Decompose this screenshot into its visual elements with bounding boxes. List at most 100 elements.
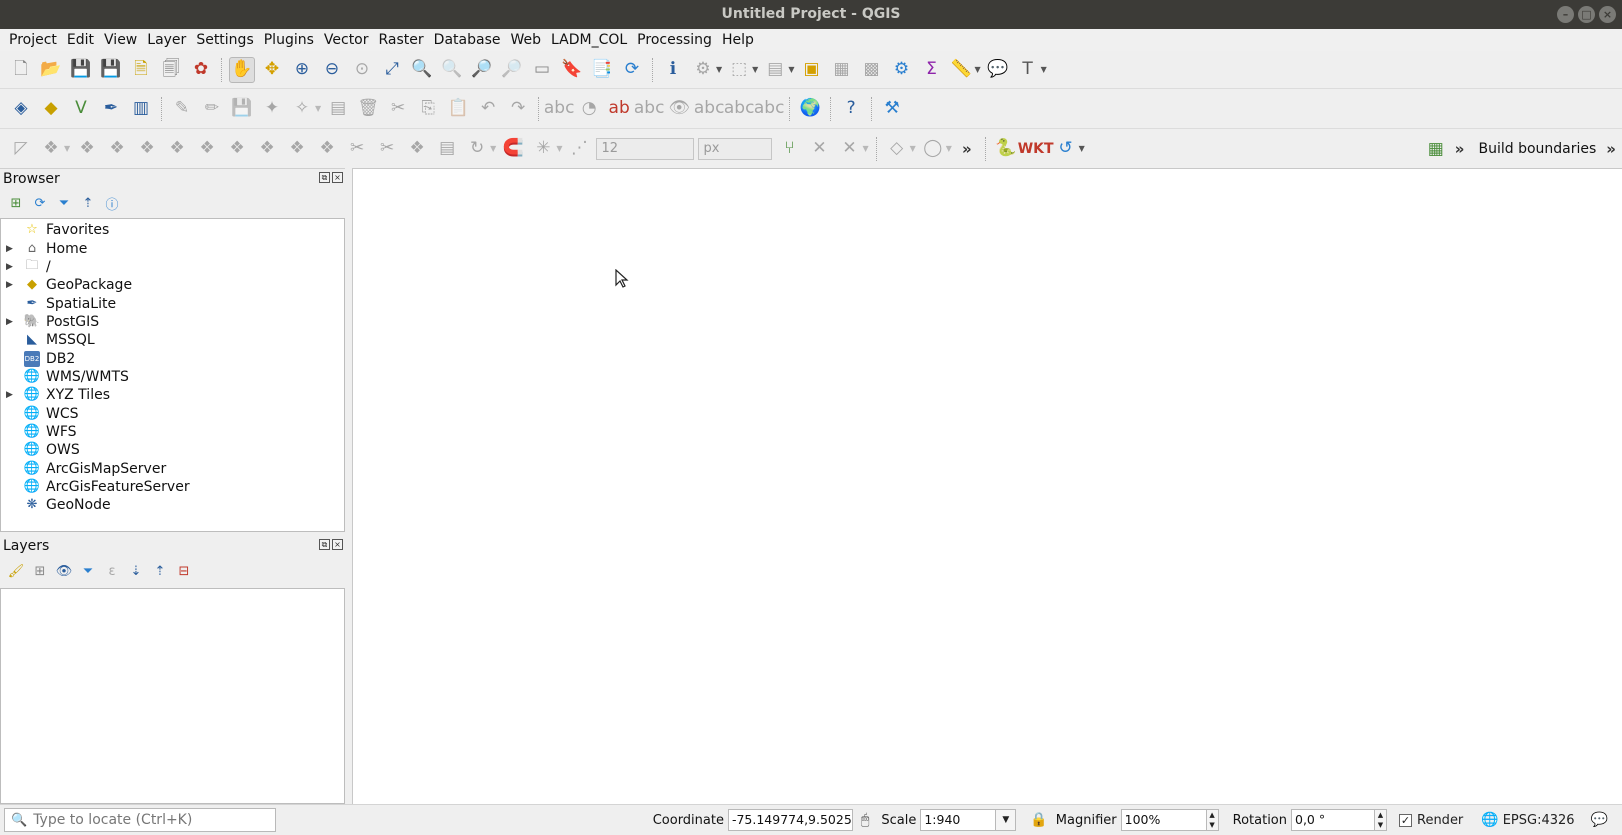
menu-database[interactable]: Database (429, 29, 506, 51)
layers-tree[interactable] (0, 588, 345, 804)
new-project-icon[interactable]: 🗋 (8, 57, 34, 83)
split-parts-icon[interactable]: ✂ (374, 136, 400, 162)
build-boundaries-button[interactable]: Build boundaries (1478, 141, 1596, 157)
zoom-out-icon[interactable]: ⊖ (319, 57, 345, 83)
new-print-layout-icon[interactable]: 🗎 (128, 57, 154, 83)
merge-attributes-icon[interactable]: ▤ (434, 136, 460, 162)
rotate-label-icon[interactable]: abc (724, 96, 755, 122)
close-button[interactable]: × (1599, 6, 1616, 23)
modify-attributes-icon[interactable]: ▤ (325, 96, 351, 122)
browser-filter-icon[interactable]: ⏷ (54, 193, 74, 213)
scale-field[interactable]: 1:940 (920, 809, 997, 831)
snapping-tolerance-input[interactable]: 12 (596, 137, 695, 160)
tree-item-root[interactable]: ▶ 🗀 / (1, 257, 51, 276)
layout-manager-icon[interactable]: 🗐 (158, 57, 184, 83)
rotate-point-symbols-icon[interactable]: ↻ (464, 136, 490, 162)
lock-scale-icon[interactable]: 🔒 (1030, 812, 1047, 828)
panel-splitter[interactable] (345, 168, 352, 804)
tree-item-home[interactable]: ▶ ⌂ Home (1, 239, 87, 258)
expand-arrow-icon[interactable]: ▶ (6, 244, 16, 254)
refresh-icon[interactable]: ⟳ (619, 57, 645, 83)
shape-digitize-icon[interactable]: ◇ (884, 136, 910, 162)
layers-float-button[interactable]: ⧉ (319, 539, 330, 550)
locator-search-input[interactable]: 🔍 Type to locate (Ctrl+K) (4, 808, 276, 832)
trace-icon[interactable]: ✕ (836, 136, 862, 162)
pan-map-icon[interactable]: ✋ (229, 56, 255, 83)
magnifier-field[interactable]: 100% (1120, 809, 1207, 831)
save-layer-edits-icon[interactable]: 💾 (229, 96, 255, 122)
crs-globe-icon[interactable]: 🌐 (1481, 812, 1498, 828)
pin-labels-icon[interactable]: ab (606, 96, 632, 122)
help-contents-icon[interactable]: ? (838, 96, 864, 122)
layers-close-button[interactable]: × (332, 539, 343, 550)
python-console-icon[interactable]: 🐍 (993, 136, 1019, 162)
offset-curve-icon[interactable]: ❖ (314, 136, 340, 162)
menu-project[interactable]: Project (4, 29, 62, 51)
menu-web[interactable]: Web (505, 29, 546, 51)
messages-icon[interactable]: 💬 (1591, 812, 1608, 828)
wkt-icon[interactable]: WKT (1018, 136, 1054, 162)
layer-styling-icon[interactable]: 🖌 (6, 561, 26, 581)
tree-item-ows[interactable]: 🌐 OWS (1, 440, 80, 459)
snapping-type-icon[interactable]: ⋰ (566, 136, 592, 162)
tree-item-mssql[interactable]: ◣ MSSQL (1, 330, 95, 349)
menu-vector[interactable]: Vector (319, 29, 374, 51)
expand-arrow-icon[interactable]: ▶ (6, 280, 16, 290)
minimize-button[interactable]: – (1557, 6, 1574, 23)
fill-ring-icon[interactable]: ❖ (194, 136, 220, 162)
new-geopackage-layer-icon[interactable]: ◆ (38, 96, 64, 122)
plugin-tool-icon[interactable]: ⚒ (879, 96, 905, 122)
new-virtual-layer-icon[interactable]: ▥ (128, 96, 154, 122)
toggle-editing-icon[interactable]: ✏ (199, 96, 225, 122)
style-manager-icon[interactable]: ✿ (188, 57, 214, 83)
collapse-all-icon[interactable]: ⇡ (78, 193, 98, 213)
menu-layer[interactable]: Layer (142, 29, 191, 51)
attribute-table-icon[interactable]: ▦ (828, 57, 854, 83)
delete-selected-icon[interactable]: 🗑 (355, 96, 381, 122)
build-overflow-chevron[interactable]: » (1606, 140, 1616, 158)
merge-features-icon[interactable]: ❖ (404, 136, 430, 162)
plugin-reload-icon[interactable]: ↺ (1053, 136, 1079, 162)
change-label-icon[interactable]: abc (754, 96, 785, 122)
manage-map-themes-icon[interactable]: 👁 (54, 561, 74, 581)
zoom-in-icon[interactable]: ⊕ (289, 57, 315, 83)
tree-item-geopackage[interactable]: ▶ ◆ GeoPackage (1, 275, 132, 294)
add-part-icon[interactable]: ❖ (164, 136, 190, 162)
copy-features-icon[interactable]: ⎘ (415, 96, 441, 122)
filter-legend-icon[interactable]: ⏷ (78, 561, 98, 581)
tree-item-postgis[interactable]: ▶ 🐘 PostGIS (1, 312, 99, 331)
menu-edit[interactable]: Edit (62, 29, 99, 51)
expand-arrow-icon[interactable]: ▶ (6, 262, 16, 272)
zoom-to-selection-icon[interactable]: 🔍 (409, 57, 435, 83)
show-hide-labels-icon[interactable]: 👁 (666, 96, 692, 122)
tree-item-favorites[interactable]: ☆ Favorites (1, 220, 109, 239)
split-features-icon[interactable]: ✂ (344, 136, 370, 162)
reshape-features-icon[interactable]: ❖ (284, 136, 310, 162)
tree-item-geonode[interactable]: ❋ GeoNode (1, 495, 111, 514)
expand-arrow-icon[interactable]: ▶ (6, 390, 16, 400)
ladm-col-plugin-icon[interactable]: 🌍 (797, 96, 823, 122)
menu-plugins[interactable]: Plugins (259, 29, 319, 51)
select-by-value-icon[interactable]: ▤ (762, 57, 788, 83)
toggle-extents-icon[interactable]: 🖱 (861, 812, 869, 828)
paste-features-icon[interactable]: 📋 (445, 96, 471, 122)
statistical-summary-icon[interactable]: Σ (918, 57, 944, 83)
new-map-view-icon[interactable]: ▭ (529, 57, 555, 83)
toolbar-overflow-chevron[interactable]: » (962, 140, 972, 158)
current-edits-icon[interactable]: ✎ (169, 96, 195, 122)
tree-item-wcs[interactable]: 🌐 WCS (1, 404, 79, 423)
coordinate-field[interactable]: -75.149774,9.502504 (727, 809, 853, 831)
highlight-pinned-labels-icon[interactable]: abc (634, 96, 665, 122)
rotation-field[interactable]: 0,0 ° (1291, 809, 1375, 831)
add-selected-layers-icon[interactable]: ⊞ (6, 193, 26, 213)
actions-icon[interactable]: ⚙ (690, 57, 716, 83)
rotation-spinner[interactable]: ▲ ▼ (1375, 809, 1387, 831)
new-shapefile-layer-icon[interactable]: V (68, 96, 94, 122)
data-source-manager-icon[interactable]: ◈ (8, 96, 34, 122)
snapping-magnet-icon[interactable]: 🧲 (500, 136, 526, 162)
tree-item-xyz[interactable]: ▶ 🌐 XYZ Tiles (1, 385, 110, 404)
expand-arrow-icon[interactable]: ▶ (6, 317, 16, 327)
maximize-button[interactable]: □ (1578, 6, 1595, 23)
tree-item-wfs[interactable]: 🌐 WFS (1, 422, 77, 441)
tree-item-spatialite[interactable]: ✒ SpatiaLite (1, 294, 117, 313)
